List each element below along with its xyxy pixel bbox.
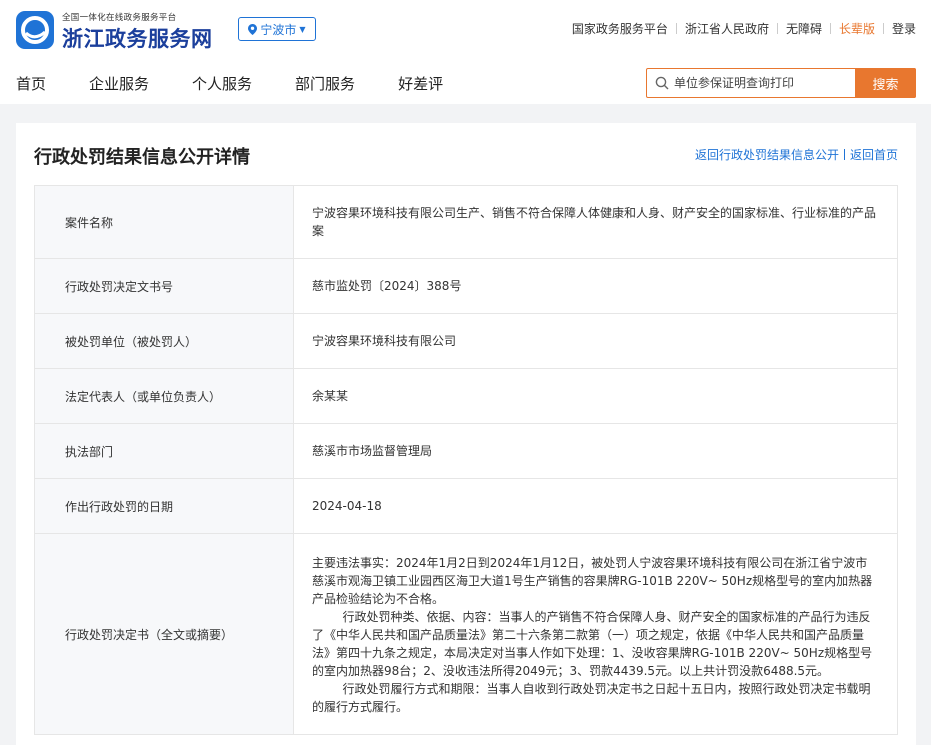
back-links: 返回行政处罚结果信息公开 返回首页 [695,146,898,163]
row-label: 作出行政处罚的日期 [35,479,294,533]
row-label: 执法部门 [35,424,294,478]
table-row: 法定代表人（或单位负责人） 余某某 [35,369,897,424]
nav-item-home[interactable]: 首页 [16,73,46,94]
link-zhejiang-government[interactable]: 浙江省人民政府 [685,20,769,37]
row-value: 主要违法事实：2024年1月2日到2024年1月12日，被处罚人宁波容果环境科技… [312,556,873,714]
caret-down-icon: ▼ [299,24,306,34]
divider [675,23,677,34]
location-pin-icon [248,23,258,35]
row-value: 2024-04-18 [312,499,382,513]
table-row: 行政处罚决定书（全文或摘要） 主要违法事实：2024年1月2日到2024年1月1… [35,534,897,734]
link-elder-mode[interactable]: 长辈版 [839,20,875,37]
site-logo-icon[interactable] [16,11,54,49]
table-row: 执法部门 慈溪市市场监督管理局 [35,424,897,479]
row-label: 案件名称 [35,186,294,258]
back-to-list-link[interactable]: 返回行政处罚结果信息公开 [695,146,839,163]
nav-item-personal[interactable]: 个人服务 [192,73,252,94]
detail-table: 案件名称 宁波容果环境科技有限公司生产、销售不符合保障人体健康和人身、财产安全的… [34,185,898,735]
link-accessibility[interactable]: 无障碍 [786,20,822,37]
nav-item-department[interactable]: 部门服务 [295,73,355,94]
nav-item-rating[interactable]: 好差评 [398,73,443,94]
row-label: 行政处罚决定文书号 [35,259,294,313]
site-title[interactable]: 浙江政务服务网 [62,23,213,53]
row-value: 慈溪市市场监督管理局 [312,444,433,458]
search-box: 搜索 [646,68,916,98]
row-label: 法定代表人（或单位负责人） [35,369,294,423]
row-value: 宁波容果环境科技有限公司生产、销售不符合保障人体健康和人身、财产安全的国家标准、… [312,206,877,238]
row-value: 宁波容果环境科技有限公司 [312,334,457,348]
row-label: 行政处罚决定书（全文或摘要） [35,534,294,734]
row-value: 余某某 [312,389,349,403]
link-national-platform[interactable]: 国家政务服务平台 [572,20,668,37]
link-login[interactable]: 登录 [892,20,916,37]
back-to-home-link[interactable]: 返回首页 [850,146,898,163]
divider [843,149,845,160]
divider [776,23,778,34]
main-nav: 首页 企业服务 个人服务 部门服务 好差评 [16,73,486,94]
row-value: 慈市监处罚〔2024〕388号 [312,279,462,293]
site-subtitle: 全国一体化在线政务服务平台 [62,13,177,23]
row-label: 被处罚单位（被处罚人） [35,314,294,368]
detail-panel: 行政处罚结果信息公开详情 返回行政处罚结果信息公开 返回首页 案件名称 宁波容果… [16,123,916,745]
search-icon [655,76,669,90]
top-links: 国家政务服务平台 浙江省人民政府 无障碍 长辈版 登录 [572,20,916,37]
top-header: 全国一体化在线政务服务平台 浙江政务服务网 宁波市 ▼ 国家政务服务平台 浙江省… [0,0,931,104]
city-name: 宁波市 [260,22,297,37]
divider [882,23,884,34]
table-row: 案件名称 宁波容果环境科技有限公司生产、销售不符合保障人体健康和人身、财产安全的… [35,186,897,259]
city-selector[interactable]: 宁波市 ▼ [238,17,316,41]
nav-item-enterprise[interactable]: 企业服务 [89,73,149,94]
table-row: 行政处罚决定文书号 慈市监处罚〔2024〕388号 [35,259,897,314]
search-input[interactable] [674,73,852,93]
table-row: 作出行政处罚的日期 2024-04-18 [35,479,897,534]
divider [829,23,831,34]
page-title: 行政处罚结果信息公开详情 [34,147,250,168]
search-button[interactable]: 搜索 [855,68,916,98]
table-row: 被处罚单位（被处罚人） 宁波容果环境科技有限公司 [35,314,897,369]
